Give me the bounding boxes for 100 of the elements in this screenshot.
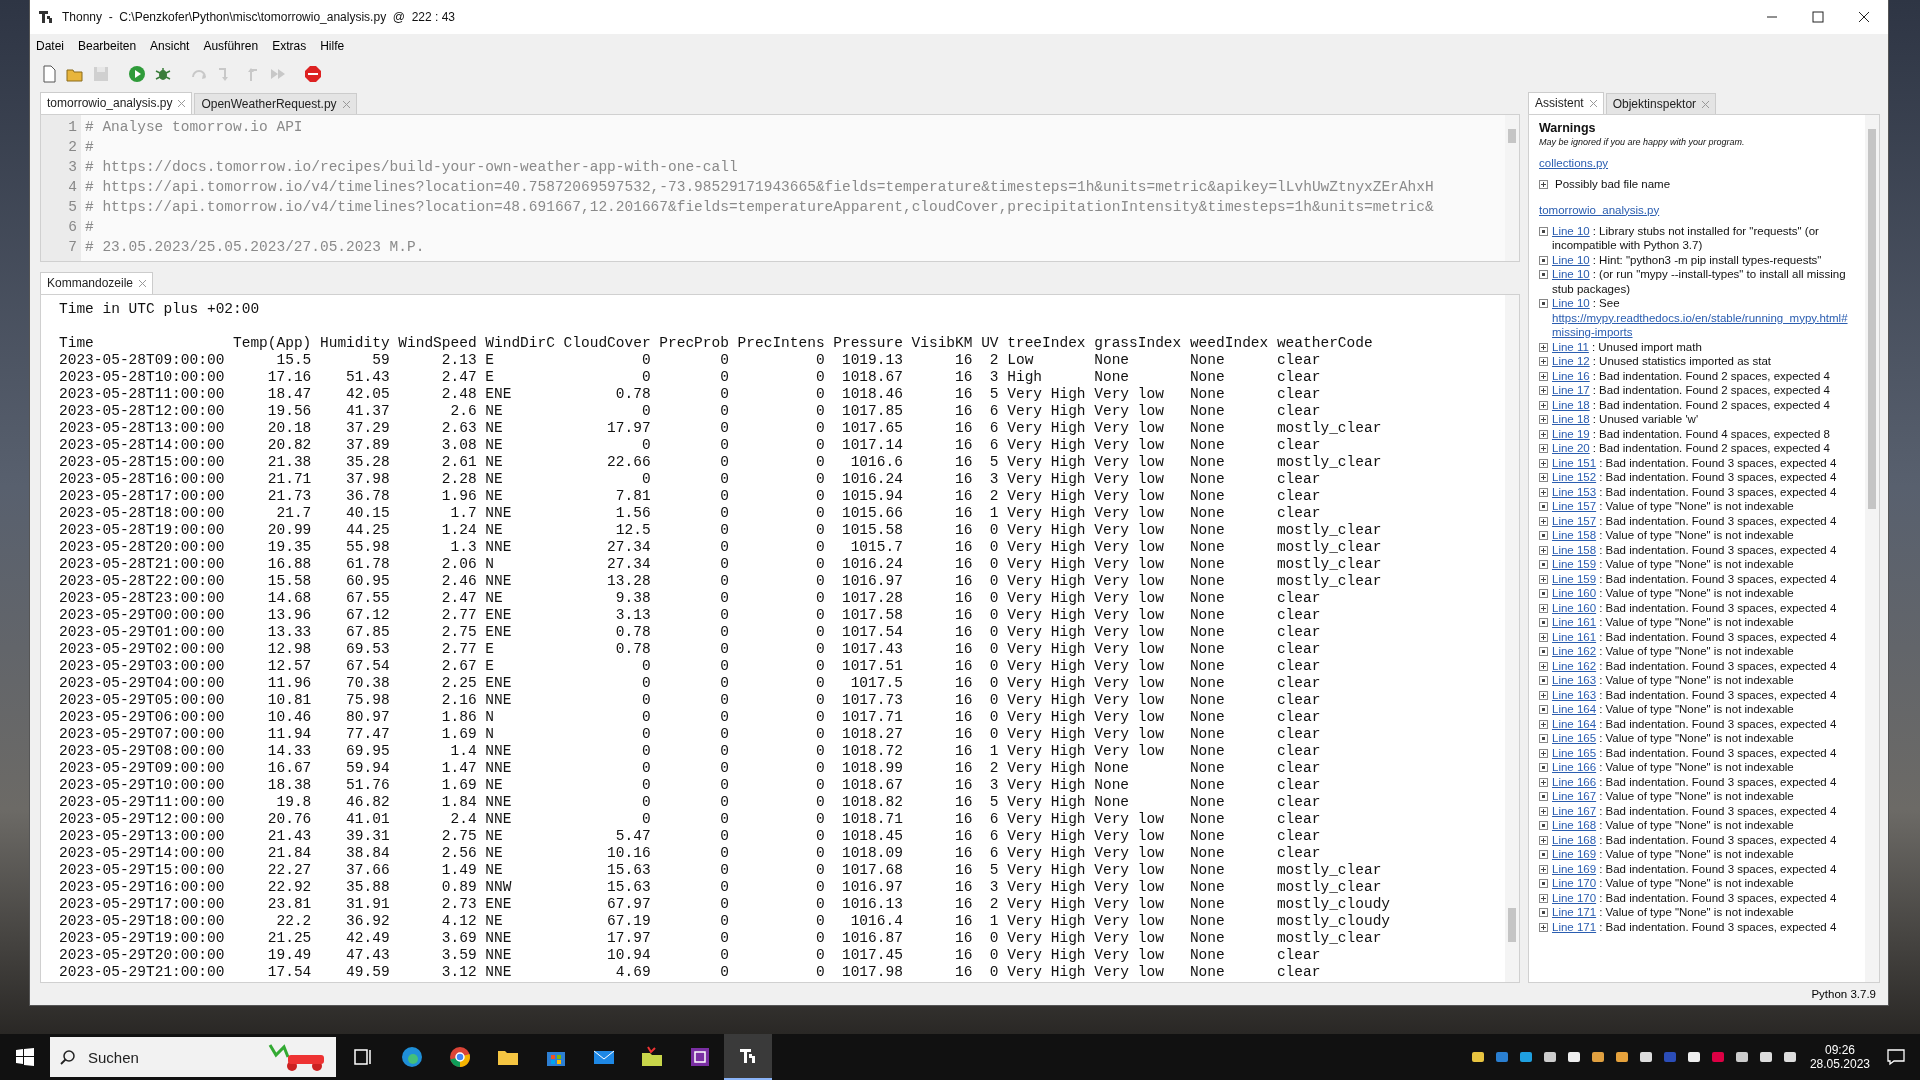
collapsed-box-icon[interactable] bbox=[1539, 299, 1548, 308]
scrollbar[interactable] bbox=[1505, 115, 1519, 261]
line-link[interactable]: Line 169 bbox=[1552, 848, 1597, 860]
line-link[interactable]: Line 16 bbox=[1552, 369, 1590, 382]
expand-plus-icon[interactable] bbox=[1539, 603, 1548, 613]
start-windows-icon[interactable] bbox=[16, 1048, 34, 1066]
collapsed-box-icon[interactable] bbox=[1539, 589, 1548, 598]
expand-plus-icon[interactable] bbox=[1539, 806, 1548, 816]
line-link[interactable]: Line 159 bbox=[1552, 572, 1597, 585]
line-link[interactable]: Line 152 bbox=[1552, 471, 1597, 483]
line-link[interactable]: Line 163 bbox=[1552, 688, 1597, 701]
expand-plus-icon[interactable] bbox=[1539, 864, 1548, 874]
collapsed-box-icon[interactable] bbox=[1539, 226, 1548, 236]
taskbar-search-field[interactable]: Suchen bbox=[50, 1037, 336, 1077]
line-link[interactable]: Line 153 bbox=[1552, 485, 1597, 498]
run-button[interactable] bbox=[126, 63, 148, 85]
menu-item[interactable]: Extras bbox=[272, 39, 307, 53]
stop-button[interactable] bbox=[302, 63, 324, 85]
line-link[interactable]: Line 167 bbox=[1552, 790, 1597, 802]
file-link[interactable]: collections.py bbox=[1539, 157, 1857, 169]
collapsed-box-icon[interactable] bbox=[1539, 531, 1548, 540]
line-link[interactable]: Line 12 bbox=[1552, 355, 1590, 367]
collapsed-box-icon[interactable] bbox=[1539, 270, 1548, 279]
expand-plus-icon[interactable] bbox=[1539, 545, 1548, 555]
line-link[interactable]: Line 166 bbox=[1552, 775, 1597, 788]
expand-plus-icon[interactable] bbox=[1539, 661, 1548, 671]
line-link[interactable]: Line 19 bbox=[1552, 427, 1590, 440]
menu-item[interactable]: Bearbeiten bbox=[78, 39, 137, 53]
expand-plus-icon[interactable] bbox=[1539, 458, 1548, 468]
collapsed-box-icon[interactable] bbox=[1539, 821, 1548, 830]
line-link[interactable]: Line 164 bbox=[1552, 703, 1597, 715]
collapsed-box-icon[interactable] bbox=[1539, 879, 1548, 888]
expand-plus-icon[interactable] bbox=[1539, 719, 1548, 729]
line-link[interactable]: Line 168 bbox=[1552, 819, 1597, 831]
scrollbar[interactable] bbox=[1505, 295, 1519, 982]
console-tab[interactable]: Kommandozeile bbox=[40, 272, 154, 294]
line-link[interactable]: Line 17 bbox=[1552, 384, 1590, 396]
code-editor[interactable] bbox=[40, 114, 1520, 262]
line-link[interactable]: Line 10 bbox=[1552, 224, 1590, 237]
expand-plus-icon[interactable] bbox=[1539, 415, 1548, 424]
line-link[interactable]: Line 161 bbox=[1552, 616, 1597, 628]
line-link[interactable]: Line 11 bbox=[1552, 340, 1589, 353]
line-link[interactable]: Line 165 bbox=[1552, 732, 1597, 744]
collapsed-box-icon[interactable] bbox=[1539, 676, 1548, 685]
line-link[interactable]: Line 170 bbox=[1552, 891, 1597, 904]
expand-plus-icon[interactable] bbox=[1539, 473, 1548, 482]
maximize-icon[interactable] bbox=[1812, 11, 1824, 23]
expand-plus-icon[interactable] bbox=[1539, 516, 1548, 526]
expand-plus-icon[interactable] bbox=[1539, 429, 1548, 439]
expand-plus-icon[interactable] bbox=[1539, 835, 1548, 845]
editor-tab[interactable]: tomorrowio_analysis.py bbox=[40, 92, 193, 114]
file-link[interactable]: tomorrowio_analysis.py bbox=[1539, 203, 1857, 216]
expand-plus-icon[interactable] bbox=[1539, 400, 1548, 410]
editor-tab[interactable]: OpenWeatherRequest.py bbox=[194, 93, 357, 114]
line-link[interactable]: Line 167 bbox=[1552, 804, 1597, 817]
expand-plus-icon[interactable] bbox=[1539, 342, 1548, 352]
line-link[interactable]: Line 158 bbox=[1552, 543, 1597, 556]
line-link[interactable]: Line 160 bbox=[1552, 587, 1597, 599]
expand-plus-icon[interactable] bbox=[1539, 357, 1548, 366]
line-link[interactable]: Line 163 bbox=[1552, 674, 1597, 686]
collapsed-box-icon[interactable] bbox=[1539, 560, 1548, 569]
expand-plus-icon[interactable] bbox=[1539, 371, 1548, 381]
line-link[interactable]: Line 170 bbox=[1552, 877, 1597, 889]
line-link[interactable]: Line 10 bbox=[1552, 253, 1590, 266]
menu-item[interactable]: Datei bbox=[36, 39, 64, 53]
line-link[interactable]: Line 171 bbox=[1552, 906, 1597, 918]
expand-plus-icon[interactable] bbox=[1539, 748, 1548, 758]
expand-plus-icon[interactable] bbox=[1539, 777, 1548, 787]
console-panel[interactable] bbox=[40, 294, 1520, 983]
collapsed-box-icon[interactable] bbox=[1539, 618, 1548, 627]
expand-plus-icon[interactable] bbox=[1539, 690, 1548, 700]
docs-link[interactable]: https://mypy.readthedocs.io/en/stable/running_mypy.html#missing-imports bbox=[1552, 310, 1857, 340]
expand-plus-icon[interactable] bbox=[1539, 444, 1548, 453]
menu-item[interactable]: Ausführen bbox=[203, 39, 259, 53]
collapsed-box-icon[interactable] bbox=[1539, 705, 1548, 714]
line-link[interactable]: Line 10 bbox=[1552, 297, 1590, 309]
line-link[interactable]: Line 18 bbox=[1552, 413, 1590, 425]
close-icon[interactable] bbox=[1858, 11, 1870, 23]
expand-plus-icon[interactable] bbox=[1539, 487, 1548, 497]
line-link[interactable]: Line 165 bbox=[1552, 746, 1597, 759]
expand-plus-icon[interactable] bbox=[1539, 180, 1548, 189]
line-link[interactable]: Line 166 bbox=[1552, 761, 1597, 773]
line-link[interactable]: Line 162 bbox=[1552, 659, 1597, 672]
line-link[interactable]: Line 151 bbox=[1552, 456, 1597, 469]
line-link[interactable]: Line 164 bbox=[1552, 717, 1597, 730]
search-input[interactable]: Suchen bbox=[86, 1047, 230, 1067]
expand-plus-icon[interactable] bbox=[1539, 922, 1548, 932]
line-link[interactable]: Line 162 bbox=[1552, 645, 1597, 657]
scrollbar[interactable] bbox=[1865, 115, 1879, 982]
collapsed-box-icon[interactable] bbox=[1539, 647, 1548, 656]
line-link[interactable]: Line 161 bbox=[1552, 630, 1597, 643]
line-link[interactable]: Line 20 bbox=[1552, 442, 1590, 454]
line-link[interactable]: Line 10 bbox=[1552, 268, 1590, 280]
collapsed-box-icon[interactable] bbox=[1539, 792, 1548, 801]
line-link[interactable]: Line 158 bbox=[1552, 529, 1597, 541]
expand-plus-icon[interactable] bbox=[1539, 632, 1548, 642]
line-link[interactable]: Line 171 bbox=[1552, 920, 1597, 933]
menu-item[interactable]: Ansicht bbox=[150, 39, 190, 53]
line-link[interactable]: Line 160 bbox=[1552, 601, 1597, 614]
line-link[interactable]: Line 18 bbox=[1552, 398, 1590, 411]
